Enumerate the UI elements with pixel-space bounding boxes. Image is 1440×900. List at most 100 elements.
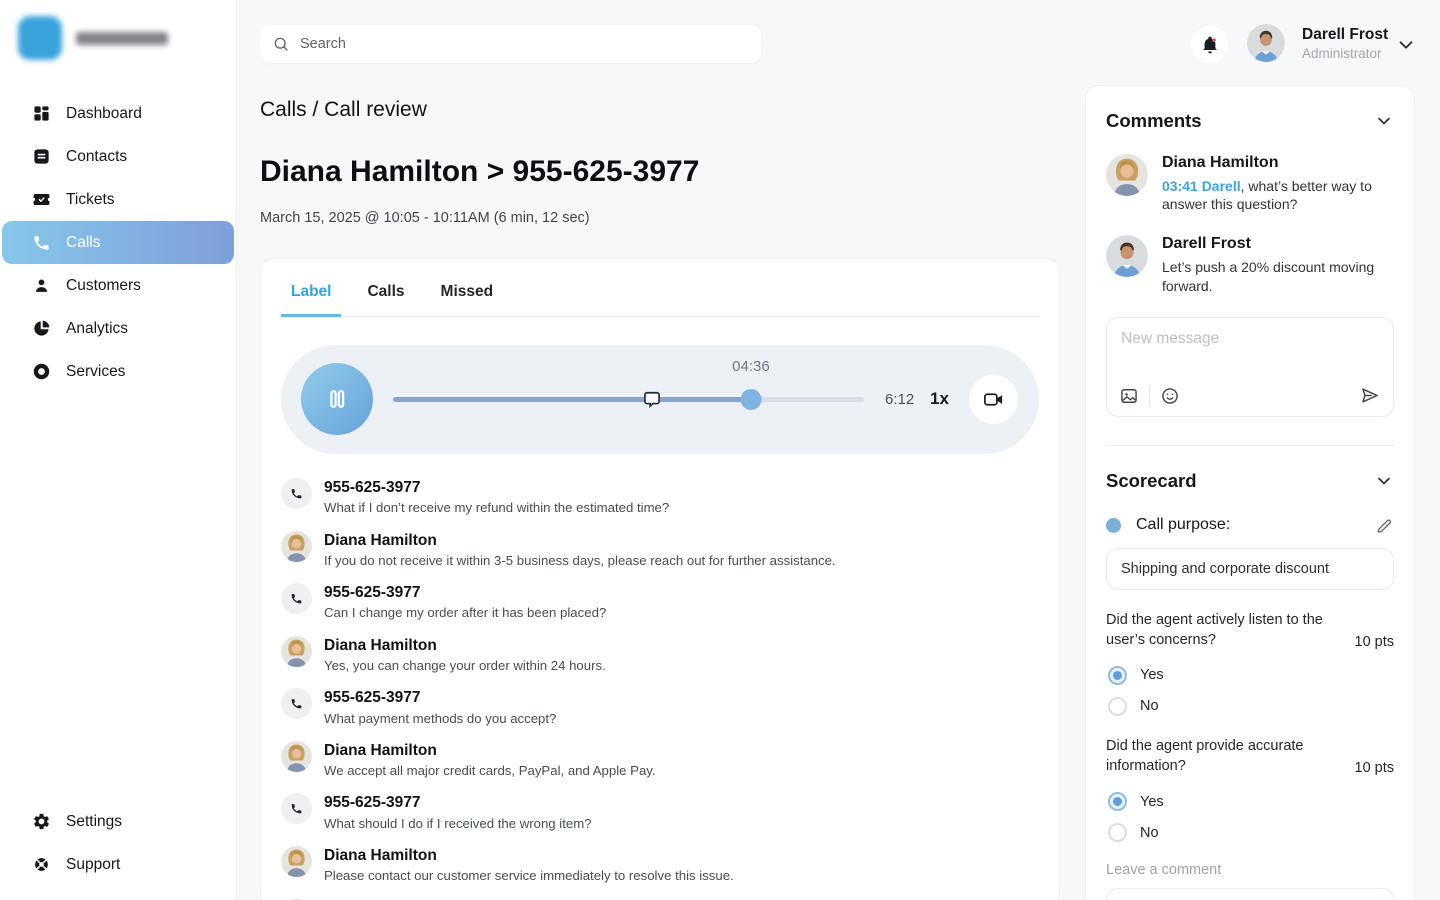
comments-collapse-chevron-down-icon[interactable]	[1374, 111, 1394, 131]
phone-icon	[281, 688, 312, 719]
bell-icon	[1200, 35, 1220, 55]
tab[interactable]: Label	[281, 275, 341, 317]
comments-list: Diana Hamilton 03:41 Darell, what’s bett…	[1106, 154, 1394, 295]
option-row: No	[1108, 697, 1394, 716]
logo-mark	[18, 16, 62, 60]
comment: Diana Hamilton 03:41 Darell, what’s bett…	[1106, 154, 1394, 213]
sidebar: Dashboard Contacts Tickets Calls Custome…	[0, 0, 237, 900]
transcript-speaker: Diana Hamilton	[324, 846, 734, 865]
transcript-text: What should I do if I received the wrong…	[324, 815, 592, 832]
comment: Darell Frost Let’s push a 20% discount m…	[1106, 235, 1394, 294]
transcript-speaker: Diana Hamilton	[324, 741, 656, 760]
sidebar-item[interactable]: Contacts	[2, 135, 234, 178]
comment-text: 03:41 Darell, what’s better way to answe…	[1162, 177, 1380, 213]
comment-marker[interactable]	[642, 389, 662, 409]
player-progress-fill	[393, 397, 751, 402]
tab[interactable]: Calls	[357, 275, 414, 317]
calls-icon	[32, 233, 51, 252]
sidebar-item[interactable]: Support	[2, 843, 234, 886]
option-row: No	[1108, 823, 1394, 842]
divider	[1106, 445, 1394, 446]
sidebar-item[interactable]: Settings	[2, 800, 234, 843]
scorecard-header: Scorecard	[1106, 470, 1394, 492]
breadcrumb: Calls / Call review	[260, 98, 427, 122]
emoji-button[interactable]	[1160, 386, 1180, 406]
call-datetime: March 15, 2025 @ 10:05 - 10:11AM (6 min,…	[260, 210, 590, 226]
new-message-box[interactable]: New message	[1106, 317, 1394, 417]
sidebar-item[interactable]: Customers	[2, 264, 234, 307]
progress-track[interactable]: 04:36	[393, 345, 864, 454]
call-purpose-input[interactable]	[1106, 548, 1394, 590]
option-label: Yes	[1140, 794, 1164, 810]
radio-option-yes[interactable]	[1108, 666, 1127, 685]
transcript-row: Diana Hamilton If you do not receive it …	[281, 531, 1039, 570]
user-role: Administrator	[1302, 46, 1388, 62]
comment-text: Let’s push a 20% discount moving forward…	[1162, 258, 1380, 294]
leave-comment-textarea[interactable]	[1106, 888, 1394, 900]
phone-icon	[281, 478, 312, 509]
radio-option-yes[interactable]	[1108, 792, 1127, 811]
analytics-icon	[32, 319, 51, 338]
tickets-icon	[32, 190, 51, 209]
transcript-speaker: Diana Hamilton	[324, 531, 836, 550]
tab[interactable]: Missed	[431, 275, 504, 317]
option-row: Yes	[1108, 792, 1394, 811]
sidebar-item[interactable]: Services	[2, 350, 234, 393]
transcript-row: 955-625-3977 What should I do if I recei…	[281, 793, 1039, 832]
review-side-panel: Comments Diana Hamilton 03:41 Darell, wh…	[1085, 85, 1415, 900]
option-label: No	[1140, 698, 1159, 714]
edit-pencil-icon[interactable]	[1375, 516, 1394, 535]
option-label: No	[1140, 825, 1159, 841]
user-avatar[interactable]	[1247, 24, 1285, 62]
sidebar-item-label: Customers	[66, 277, 141, 295]
sidebar-item[interactable]: Dashboard	[2, 92, 234, 135]
transcript-text: What payment methods do you accept?	[324, 710, 556, 727]
playback-speed-button[interactable]: 1x	[930, 389, 949, 409]
pause-button[interactable]	[301, 363, 373, 435]
phone-icon	[281, 793, 312, 824]
contacts-icon	[32, 147, 51, 166]
diana-avatar	[1106, 154, 1148, 196]
sidebar-item[interactable]: Tickets	[2, 178, 234, 221]
search-input[interactable]	[300, 36, 749, 52]
services-icon	[32, 362, 51, 381]
sidebar-item[interactable]: Analytics	[2, 307, 234, 350]
scorecard-question: Did the agent provide accurate informati…	[1106, 736, 1394, 842]
sidebar-item[interactable]: Calls	[2, 221, 234, 264]
user-meta: Darell Frost Administrator	[1302, 26, 1388, 61]
player-current-time: 04:36	[732, 358, 770, 375]
scorecard-collapse-chevron-down-icon[interactable]	[1374, 471, 1394, 491]
darell-avatar	[1106, 235, 1148, 277]
notifications-button[interactable]	[1191, 26, 1228, 63]
comment-author: Darell Frost	[1162, 235, 1380, 253]
search-bar[interactable]	[260, 25, 761, 63]
search-icon	[272, 35, 290, 53]
scorecard-title: Scorecard	[1106, 470, 1197, 492]
tabs: Label Calls Missed	[281, 275, 1039, 317]
transcript-text: We accept all major credit cards, PayPal…	[324, 762, 656, 779]
sidebar-item-label: Settings	[66, 813, 122, 831]
radio-option-no[interactable]	[1108, 823, 1127, 842]
transcript-speaker: 955-625-3977	[324, 583, 606, 602]
attach-image-button[interactable]	[1119, 386, 1139, 406]
comments-header: Comments	[1106, 110, 1394, 132]
call-purpose-dot	[1106, 518, 1121, 533]
video-button[interactable]	[969, 375, 1018, 424]
sidebar-footer-nav: Settings Support	[2, 800, 234, 886]
phone-icon	[281, 583, 312, 614]
dashboard-icon	[32, 104, 51, 123]
question-points: 10 pts	[1355, 634, 1395, 651]
player-thumb[interactable]	[740, 389, 761, 410]
user-menu-chevron-down-icon[interactable]	[1395, 34, 1417, 56]
transcript-speaker: 955-625-3977	[324, 793, 592, 812]
comment-mention[interactable]: 03:41 Darell	[1162, 178, 1241, 194]
transcript-row: Diana Hamilton Yes, you can change your …	[281, 636, 1039, 675]
scorecard-questions: Did the agent actively listen to the use…	[1106, 610, 1394, 842]
option-label: Yes	[1140, 667, 1164, 683]
radio-option-no[interactable]	[1108, 697, 1127, 716]
new-message-placeholder: New message	[1121, 330, 1219, 348]
transcript-speaker: Diana Hamilton	[324, 636, 606, 655]
send-message-button[interactable]	[1359, 385, 1380, 406]
user-name: Darell Frost	[1302, 26, 1388, 44]
diana-avatar	[281, 846, 312, 877]
